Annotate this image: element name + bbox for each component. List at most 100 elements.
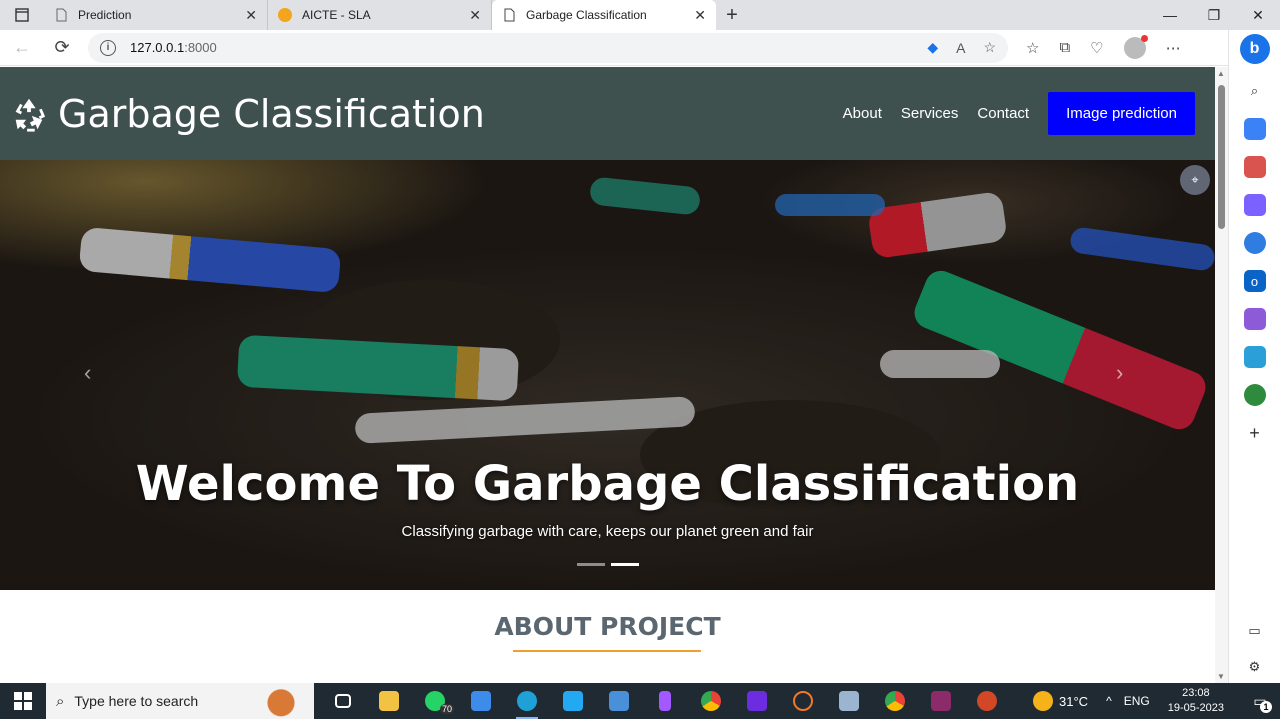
minimize-icon[interactable]: —	[1148, 0, 1192, 30]
designer-icon[interactable]	[1243, 308, 1266, 330]
tab-actions-button[interactable]	[0, 0, 44, 30]
notification-count: 1	[1260, 701, 1272, 713]
tab-aicte[interactable]: AICTE - SLA ✕	[268, 0, 492, 30]
visual-search-icon[interactable]: ⌖	[1180, 165, 1210, 195]
browser-essentials-icon[interactable]: ♡	[1090, 39, 1103, 57]
vscode-icon[interactable]	[550, 683, 596, 719]
send-icon[interactable]	[1243, 346, 1266, 368]
jupyter-icon[interactable]	[780, 683, 826, 719]
shopping-icon[interactable]	[1243, 118, 1266, 140]
scrollbar-thumb[interactable]	[1218, 85, 1225, 229]
tree-icon[interactable]	[1243, 384, 1266, 406]
search-icon[interactable]: ⌕	[1244, 80, 1266, 102]
edge-browser-icon[interactable]	[504, 683, 550, 719]
scroll-down-icon[interactable]: ▼	[1217, 672, 1225, 681]
clock-date: 19-05-2023	[1167, 702, 1224, 714]
taskbar-search[interactable]: ⌕ Type here to search	[46, 683, 314, 719]
aicte-logo-icon	[278, 8, 292, 22]
search-icon: ⌕	[56, 692, 65, 710]
taskbar-apps: 70	[320, 683, 1010, 719]
whatsapp-icon[interactable]: 70	[412, 683, 458, 719]
close-window-icon[interactable]: ✕	[1236, 0, 1280, 30]
browser-toolbar: ← ⟳ i 127.0.0.1:8000 ◆ A ☆ ☆ ⧉ ♡ ⋯	[0, 30, 1280, 66]
tools-icon[interactable]	[1243, 156, 1266, 178]
clock[interactable]: 23:08 19-05-2023	[1168, 686, 1224, 716]
more-menu-icon[interactable]: ⋯	[1166, 39, 1181, 57]
intellij-icon[interactable]	[734, 683, 780, 719]
site-info-icon[interactable]: i	[100, 39, 116, 56]
network-app-icon[interactable]	[826, 683, 872, 719]
nav-link-services[interactable]: Services	[901, 105, 959, 122]
carousel-prev-icon[interactable]: ‹	[84, 360, 91, 386]
weather-widget[interactable]: 31°C	[1033, 691, 1088, 711]
restore-icon[interactable]: ❐	[1192, 0, 1236, 30]
task-view-icon[interactable]	[320, 683, 366, 719]
window-controls: — ❐ ✕	[1148, 0, 1280, 30]
brand[interactable]: Garbage Classification	[10, 92, 485, 136]
settings-gear-icon[interactable]: ⚙	[1244, 656, 1266, 678]
language-indicator[interactable]: ENG	[1124, 694, 1150, 708]
page-scrollbar[interactable]: ▲ ▼	[1215, 67, 1228, 683]
powerpoint-icon[interactable]	[964, 683, 1010, 719]
sun-icon	[1033, 691, 1054, 711]
bing-chat-icon[interactable]: b	[1239, 34, 1270, 64]
brand-name: Garbage Classification	[58, 91, 485, 136]
file-explorer-icon[interactable]	[366, 683, 412, 719]
edge-sidebar: b ⌕ o + ▭ ⚙	[1228, 30, 1280, 683]
page-viewport: Garbage Classification About Services Co…	[0, 67, 1215, 683]
tab-close-icon[interactable]: ✕	[469, 7, 481, 24]
system-tray: 31°C ^ ENG 23:08 19-05-2023 ▭ 1	[1033, 683, 1280, 719]
favorites-icon[interactable]: ☆	[1026, 39, 1039, 57]
tray-chevron-icon[interactable]: ^	[1106, 694, 1112, 708]
new-tab-button[interactable]: +	[716, 0, 748, 30]
games-icon[interactable]	[1243, 194, 1266, 216]
clock-time: 23:08	[1182, 687, 1210, 699]
hide-sidebar-icon[interactable]: ▭	[1244, 620, 1266, 642]
add-sidebar-app-icon[interactable]: +	[1244, 422, 1266, 444]
chrome-profile-icon[interactable]	[872, 683, 918, 719]
carousel-indicators	[577, 563, 639, 566]
read-aloud-icon[interactable]: A	[956, 40, 965, 56]
shopping-tag-icon[interactable]: ◆	[927, 39, 938, 56]
url-host: 127.0.0.1	[130, 40, 185, 55]
hero-subtitle: Classifying garbage with care, keeps our…	[401, 523, 814, 540]
browser-tab-strip: Prediction ✕ AICTE - SLA ✕ Garbage Class…	[0, 0, 1280, 30]
tab-actions-icon	[15, 8, 29, 22]
url-port: :8000	[184, 40, 217, 55]
carousel-indicator-2[interactable]	[611, 563, 639, 566]
tab-prediction[interactable]: Prediction ✕	[44, 0, 268, 30]
hero-title: Welcome To Garbage Classification	[135, 456, 1080, 512]
outlook-icon[interactable]: o	[1243, 270, 1266, 292]
address-bar[interactable]: i 127.0.0.1:8000 ◆ A ☆	[88, 32, 1008, 63]
collections-icon[interactable]: ⧉	[1059, 39, 1070, 56]
tab-garbage-classification[interactable]: Garbage Classification ✕	[492, 0, 716, 30]
tab-close-icon[interactable]: ✕	[694, 7, 706, 24]
back-button[interactable]: ←	[4, 33, 40, 63]
carousel-next-icon[interactable]: ›	[1116, 360, 1123, 386]
about-section: ABOUT PROJECT	[0, 590, 1215, 683]
add-favorite-icon[interactable]: ☆	[983, 39, 996, 56]
store-icon[interactable]	[596, 683, 642, 719]
chrome-icon[interactable]	[688, 683, 734, 719]
winrar-icon[interactable]	[918, 683, 964, 719]
tab-label: Garbage Classification	[526, 8, 647, 22]
tab-label: AICTE - SLA	[302, 8, 371, 22]
tab-close-icon[interactable]: ✕	[245, 7, 257, 24]
image-prediction-button[interactable]: Image prediction	[1048, 92, 1195, 135]
start-button[interactable]	[0, 683, 46, 719]
nav-link-contact[interactable]: Contact	[977, 105, 1029, 122]
carousel-indicator-1[interactable]	[577, 563, 605, 566]
refresh-button[interactable]: ⟳	[44, 33, 80, 63]
scroll-up-icon[interactable]: ▲	[1217, 69, 1225, 78]
profile-avatar[interactable]	[1123, 34, 1148, 59]
about-heading: ABOUT PROJECT	[494, 612, 721, 641]
windows-logo-icon	[14, 692, 32, 710]
page-icon	[56, 8, 67, 22]
mail-icon[interactable]	[458, 683, 504, 719]
notification-center-icon[interactable]: ▭ 1	[1240, 683, 1280, 719]
microsoft365-icon[interactable]	[1243, 232, 1266, 254]
windows-taskbar: ⌕ Type here to search 70 31°C ^ ENG 23:0…	[0, 683, 1280, 719]
figma-icon[interactable]	[642, 683, 688, 719]
heading-underline	[513, 650, 701, 652]
nav-link-about[interactable]: About	[843, 105, 882, 122]
